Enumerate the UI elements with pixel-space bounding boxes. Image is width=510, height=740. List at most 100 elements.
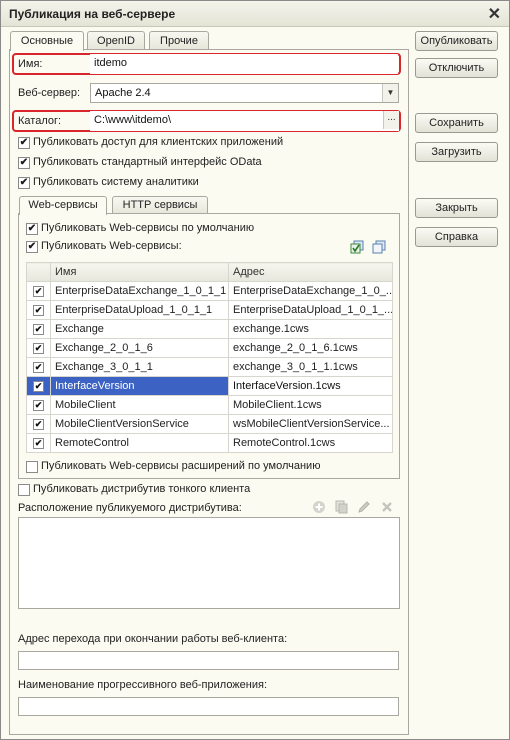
row-checkbox-cell[interactable]: ✔ (26, 281, 51, 301)
ws-default-checkbox[interactable]: ✔ (26, 223, 38, 235)
row-name[interactable]: InterfaceVersion (50, 376, 229, 396)
col-check-header (26, 262, 51, 282)
row-name[interactable]: MobileClientVersionService (50, 414, 229, 434)
name-label: Имя: (18, 58, 43, 70)
analytics-label: Публиковать систему аналитики (33, 176, 199, 188)
edit-icon[interactable] (357, 500, 371, 514)
title-bar: Публикация на веб-сервере ✕ (1, 1, 509, 27)
row-name[interactable]: Exchange_3_0_1_1 (50, 357, 229, 377)
row-checkbox[interactable]: ✔ (33, 399, 44, 411)
row-address[interactable]: EnterpriseDataExchange_1_0_... (228, 281, 393, 301)
col-address-header[interactable]: Адрес (228, 262, 393, 282)
row-checkbox[interactable]: ✔ (33, 418, 44, 430)
tab-other[interactable]: Прочие (149, 31, 209, 50)
tab-openid[interactable]: OpenID (87, 31, 145, 50)
pwa-name-input[interactable] (18, 697, 399, 716)
analytics-checkbox[interactable]: ✔ (18, 177, 30, 189)
distrib-location-label: Расположение публикуемого дистрибутива: (18, 502, 242, 514)
row-checkbox[interactable]: ✔ (33, 437, 44, 449)
webserver-value: Apache 2.4 (95, 87, 151, 99)
row-checkbox-cell[interactable]: ✔ (26, 433, 51, 453)
client-access-label: Публиковать доступ для клиентских прилож… (33, 136, 284, 148)
row-name[interactable]: Exchange (50, 319, 229, 339)
check-all-icon[interactable] (350, 240, 364, 254)
row-checkbox[interactable]: ✔ (33, 304, 44, 316)
catalog-input[interactable]: C:\www\itdemo\ ... (90, 111, 399, 131)
row-checkbox-cell[interactable]: ✔ (26, 338, 51, 358)
table-row[interactable]: ✔ MobileClientVersionService wsMobileCli… (26, 414, 393, 434)
tab-http-services[interactable]: HTTP сервисы (112, 196, 208, 214)
close-icon[interactable]: ✕ (488, 4, 501, 24)
row-address[interactable]: exchange.1cws (228, 319, 393, 339)
add-icon[interactable] (312, 500, 326, 514)
row-checkbox[interactable]: ✔ (33, 285, 44, 297)
row-checkbox[interactable]: ✔ (33, 361, 44, 373)
table-row[interactable]: ✔ EnterpriseDataUpload_1_0_1_1 Enterpris… (26, 300, 393, 320)
row-name[interactable]: MobileClient (50, 395, 229, 415)
table-row-selected[interactable]: ✔ InterfaceVersion InterfaceVersion.1cws (26, 376, 393, 396)
thin-client-checkbox[interactable] (18, 484, 30, 496)
copy-icon[interactable] (334, 500, 348, 514)
webserver-label: Веб-сервер: (18, 87, 81, 99)
save-button[interactable]: Сохранить (415, 113, 498, 133)
col-name-header[interactable]: Имя (50, 262, 229, 282)
exit-url-input[interactable] (18, 651, 399, 670)
ws-extensions-label: Публиковать Web-сервисы расширений по ум… (41, 460, 321, 472)
row-checkbox-cell[interactable]: ✔ (26, 414, 51, 434)
row-address[interactable]: MobileClient.1cws (228, 395, 393, 415)
catalog-value: C:\www\itdemo\ (94, 114, 172, 126)
catalog-label: Каталог: (18, 115, 62, 127)
row-address[interactable]: exchange_2_0_1_6.1cws (228, 338, 393, 358)
pwa-name-label: Наименование прогрессивного веб-приложен… (18, 679, 268, 691)
row-address[interactable]: RemoteControl.1cws (228, 433, 393, 453)
row-address[interactable]: InterfaceVersion.1cws (228, 376, 393, 396)
exit-url-label: Адрес перехода при окончании работы веб-… (18, 633, 288, 645)
thin-client-label: Публиковать дистрибутив тонкого клиента (33, 483, 251, 495)
ws-publish-label: Публиковать Web-сервисы: (41, 240, 182, 252)
row-checkbox-cell[interactable]: ✔ (26, 319, 51, 339)
load-button[interactable]: Загрузить (415, 142, 498, 162)
window-title: Публикация на веб-сервере (9, 7, 176, 21)
help-button[interactable]: Справка (415, 227, 498, 247)
row-address[interactable]: wsMobileClientVersionService... (228, 414, 393, 434)
delete-icon[interactable] (380, 500, 394, 514)
row-name[interactable]: EnterpriseDataUpload_1_0_1_1 (50, 300, 229, 320)
tab-web-services[interactable]: Web-сервисы (19, 196, 107, 215)
row-checkbox-cell[interactable]: ✔ (26, 376, 51, 396)
tab-main[interactable]: Основные (10, 31, 84, 51)
uncheck-all-icon[interactable] (372, 240, 386, 254)
ws-extensions-checkbox[interactable] (26, 461, 38, 473)
table-header-row: Имя Адрес (26, 262, 393, 282)
browse-button[interactable]: ... (383, 111, 399, 129)
ws-default-label: Публиковать Web-сервисы по умолчанию (41, 222, 255, 234)
row-checkbox-cell[interactable]: ✔ (26, 395, 51, 415)
ws-publish-checkbox[interactable]: ✔ (26, 241, 38, 253)
table-row[interactable]: ✔ RemoteControl RemoteControl.1cws (26, 433, 393, 453)
close-button[interactable]: Закрыть (415, 198, 498, 218)
table-row[interactable]: ✔ MobileClient MobileClient.1cws (26, 395, 393, 415)
name-input[interactable]: itdemo (90, 54, 398, 74)
chevron-down-icon[interactable]: ▼ (382, 84, 398, 102)
disable-button[interactable]: Отключить (415, 58, 498, 78)
row-address[interactable]: exchange_3_0_1_1.1cws (228, 357, 393, 377)
row-checkbox[interactable]: ✔ (33, 323, 44, 335)
row-name[interactable]: RemoteControl (50, 433, 229, 453)
odata-checkbox[interactable]: ✔ (18, 157, 30, 169)
table-row[interactable]: ✔ Exchange_3_0_1_1 exchange_3_0_1_1.1cws (26, 357, 393, 377)
row-checkbox-cell[interactable]: ✔ (26, 357, 51, 377)
row-name[interactable]: Exchange_2_0_1_6 (50, 338, 229, 358)
row-checkbox[interactable]: ✔ (33, 380, 44, 392)
table-row[interactable]: ✔ EnterpriseDataExchange_1_0_1_1 Enterpr… (26, 281, 393, 301)
row-checkbox-cell[interactable]: ✔ (26, 300, 51, 320)
row-address[interactable]: EnterpriseDataUpload_1_0_1_... (228, 300, 393, 320)
distrib-location-list[interactable] (18, 517, 400, 609)
odata-label: Публиковать стандартный интерфейс OData (33, 156, 262, 168)
webserver-select[interactable]: Apache 2.4 ▼ (90, 83, 399, 103)
row-name[interactable]: EnterpriseDataExchange_1_0_1_1 (50, 281, 229, 301)
table-row[interactable]: ✔ Exchange exchange.1cws (26, 319, 393, 339)
row-checkbox[interactable]: ✔ (33, 342, 44, 354)
publish-dialog: Публикация на веб-сервере ✕ Основные Ope… (0, 0, 510, 740)
table-row[interactable]: ✔ Exchange_2_0_1_6 exchange_2_0_1_6.1cws (26, 338, 393, 358)
client-access-checkbox[interactable]: ✔ (18, 137, 30, 149)
publish-button[interactable]: Опубликовать (415, 31, 498, 51)
